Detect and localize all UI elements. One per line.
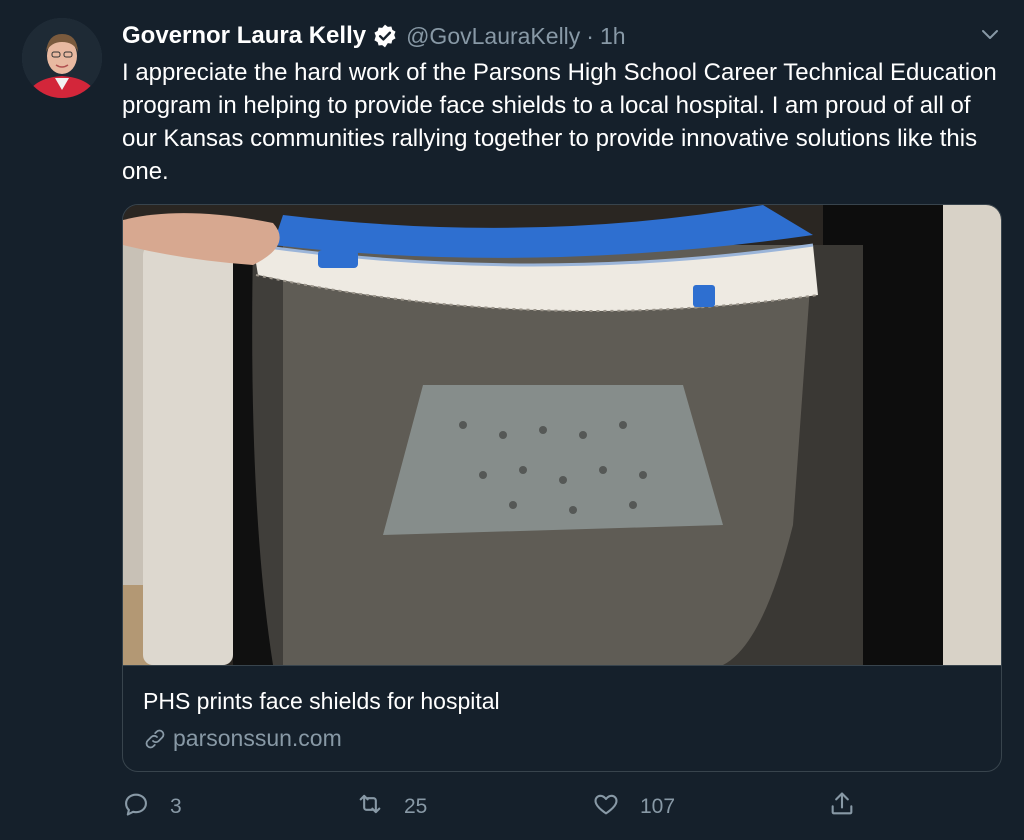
reply-icon xyxy=(122,790,150,824)
avatar[interactable] xyxy=(22,18,102,98)
like-button[interactable]: 107 xyxy=(592,790,675,824)
link-card[interactable]: PHS prints face shields for hospital par… xyxy=(122,204,1002,772)
separator-dot: · xyxy=(586,22,594,49)
share-icon xyxy=(828,790,856,824)
chevron-down-icon[interactable] xyxy=(978,22,1002,46)
reply-button[interactable]: 3 xyxy=(122,790,182,824)
display-name[interactable]: Governor Laura Kelly xyxy=(122,22,366,50)
handle[interactable]: @GovLauraKelly xyxy=(406,23,580,50)
tweet[interactable]: Governor Laura Kelly @GovLauraKelly · 1h… xyxy=(0,0,1024,840)
tweet-text: I appreciate the hard work of the Parson… xyxy=(122,59,997,185)
reply-count: 3 xyxy=(170,795,182,818)
heart-icon xyxy=(592,790,620,824)
share-button[interactable] xyxy=(828,790,856,824)
card-domain-text: parsonssun.com xyxy=(173,725,342,751)
tweet-actions: 3 25 107 xyxy=(122,790,1002,826)
timestamp[interactable]: 1h xyxy=(600,23,626,50)
retweet-icon xyxy=(356,790,384,824)
card-title[interactable]: PHS prints face shields for hospital xyxy=(143,688,500,715)
retweet-button[interactable]: 25 xyxy=(356,790,427,824)
card-domain[interactable]: parsonssun.com xyxy=(143,725,342,752)
tweet-header: Governor Laura Kelly @GovLauraKelly · 1h xyxy=(122,20,626,52)
like-count: 107 xyxy=(640,795,676,818)
verified-badge-icon xyxy=(372,23,398,49)
card-image[interactable] xyxy=(123,205,1001,666)
retweet-count: 25 xyxy=(404,795,428,818)
link-icon xyxy=(143,727,167,751)
